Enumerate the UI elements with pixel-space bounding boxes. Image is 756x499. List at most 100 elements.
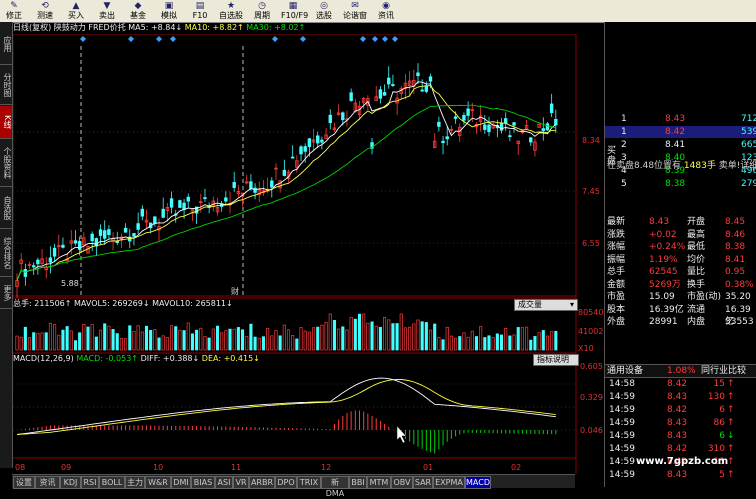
toolbar-button-8[interactable]: ◷ 周期: [250, 1, 274, 21]
volume-bar: [73, 340, 78, 351]
trade-row: 14:59 8.42 310 ↑: [605, 443, 756, 455]
date-axis-label: 09: [61, 463, 71, 472]
indicator-tab-14[interactable]: 新DMA: [321, 476, 349, 498]
indicator-tab-11[interactable]: ARBR: [249, 476, 275, 489]
orderbook-price: 8.38: [665, 179, 686, 189]
quote-value: 8.41: [725, 254, 746, 265]
volume-bar: [328, 313, 332, 351]
candle-body: [232, 182, 236, 188]
quote-key: 内盘: [687, 317, 706, 327]
toolbar-button-0[interactable]: ✎ 修正: [2, 1, 26, 21]
indicator-tab-9[interactable]: ASI: [215, 476, 233, 489]
left-tab-2[interactable]: K线: [0, 106, 12, 139]
volume-bar: [416, 319, 420, 351]
left-tab-5[interactable]: 综合排名: [0, 230, 12, 277]
indicator-tab-4[interactable]: BOLL: [99, 476, 125, 489]
indicator-tab-13[interactable]: TRIX: [297, 476, 321, 489]
volume-bar: [224, 330, 228, 351]
indicator-tab-20[interactable]: MACD: [465, 476, 491, 489]
toolbar-icon: ▼: [103, 1, 111, 11]
volume-bar: [165, 337, 169, 351]
indicator-help-button[interactable]: 指标说明: [533, 354, 579, 366]
toolbar-button-11[interactable]: ✉ 论谐窗: [343, 1, 367, 21]
arrow-up-icon: ↑: [727, 392, 735, 402]
price-axis-label: 6.55: [582, 239, 600, 248]
volume-bar: [399, 313, 403, 351]
toolbar-button-9[interactable]: ▦ F10/F9: [281, 1, 308, 21]
volume-bar: [470, 330, 474, 351]
volume-bar: [15, 335, 19, 351]
orderbook-volume: 539: [741, 127, 756, 137]
trade-volume: 86: [713, 418, 725, 428]
indicator-tab-1[interactable]: 资讯: [35, 476, 60, 489]
candle-body: [178, 200, 182, 208]
volume-bar: [140, 331, 144, 351]
indicator-tab-15[interactable]: BBI: [349, 476, 367, 489]
kline-panel-border: [13, 34, 577, 297]
candle-body: [420, 89, 424, 92]
quote-row: 股本 16.39亿 流通 16.39亿: [605, 304, 756, 327]
trade-time: 14:59: [609, 431, 635, 441]
price-axis-label: 8.34: [582, 136, 600, 145]
toolbar: ✎ 修正 ⟲ 测速 ▲ 买入 ▼ 卖出 ◆ 基金 ▣ 模拟 ▤ F10 ★ 自选股 ◷ 周期 ▦ F10/F9 ◎ 选股 ✉…: [0, 0, 756, 23]
indicator-tab-2[interactable]: KDJ: [60, 476, 81, 489]
sector-tab-industry[interactable]: 通用设备: [607, 365, 643, 377]
finance-tag-label: 财: [231, 286, 239, 296]
volume-bar: [424, 322, 428, 351]
candle-body: [36, 259, 40, 265]
volume-indicator-dropdown[interactable]: 成交量 ▾: [514, 299, 578, 311]
summary-right[interactable]: 卖单!详细: [719, 161, 756, 171]
indicator-tab-0[interactable]: 设置: [13, 476, 35, 489]
volume-bar: [307, 331, 311, 351]
candle-body: [487, 124, 491, 133]
quote-key: 最低: [687, 242, 706, 252]
candle-body: [169, 198, 174, 208]
candle-body: [483, 124, 487, 130]
indicator-tab-10[interactable]: VR: [233, 476, 249, 489]
volume-bar: [462, 332, 466, 351]
left-tab-0[interactable]: 应用: [0, 24, 12, 65]
signal-diamond-icon: [360, 36, 366, 42]
toolbar-button-3[interactable]: ▼ 卖出: [95, 1, 119, 21]
candle-body: [554, 118, 558, 126]
indicator-tab-18[interactable]: SAR: [413, 476, 433, 489]
kline-chart-area[interactable]: 8.34 7.45 6.55 80540 41002 X10 0.605 0.329 0.046…: [13, 34, 603, 474]
toolbar-button-12[interactable]: ◉ 资讯: [374, 1, 398, 21]
indicator-tab-7[interactable]: DMI: [171, 476, 191, 489]
volume-bar: [520, 327, 524, 351]
volume-bar: [420, 321, 424, 351]
indicator-tab-12[interactable]: DPO: [275, 476, 297, 489]
indicator-tab-5[interactable]: 主力: [125, 476, 145, 489]
toolbar-button-4[interactable]: ◆ 基金: [126, 1, 150, 21]
volume-bar: [357, 313, 362, 351]
indicator-tab-3[interactable]: RSI: [81, 476, 99, 489]
toolbar-button-6[interactable]: ▤ F10: [188, 1, 212, 21]
toolbar-button-1[interactable]: ⟲ 测速: [33, 1, 57, 21]
quote-row: 总手 62545 量比 0.95: [605, 266, 756, 278]
left-tab-3[interactable]: 个股资料: [0, 140, 12, 187]
left-tab-1[interactable]: 分时图: [0, 66, 12, 105]
volume-bar: [82, 324, 86, 351]
volume-bar: [291, 334, 295, 351]
toolbar-button-10[interactable]: ◎ 选股: [312, 1, 336, 21]
sector-tab-compare[interactable]: 同行业比较: [701, 365, 746, 377]
indicator-tab-8[interactable]: BIAS: [191, 476, 215, 489]
toolbar-button-5[interactable]: ▣ 模拟: [157, 1, 181, 21]
volume-bar: [286, 329, 291, 351]
candle-body: [529, 137, 533, 143]
quote-value: +0.02: [649, 229, 677, 240]
toolbar-button-2[interactable]: ▲ 买入: [64, 1, 88, 21]
quote-value: 16.39亿: [649, 304, 684, 315]
left-tab-4[interactable]: 自选股: [0, 188, 12, 229]
toolbar-icon: ◉: [382, 1, 390, 11]
volume-bar: [103, 323, 107, 351]
indicator-tab-16[interactable]: MTM: [367, 476, 391, 489]
indicator-tab-17[interactable]: OBV: [391, 476, 413, 489]
left-tab-6[interactable]: 更多: [0, 278, 12, 309]
indicator-tab-6[interactable]: W&R: [145, 476, 171, 489]
signal-diamond-icon: [80, 36, 86, 42]
toolbar-button-7[interactable]: ★ 自选股: [219, 1, 243, 21]
orderbook-row: 2 8.41 665: [605, 139, 756, 151]
quote-row: 涨幅 +0.24% 最低 8.38: [605, 241, 756, 253]
indicator-tab-19[interactable]: EXPMA: [433, 476, 465, 489]
